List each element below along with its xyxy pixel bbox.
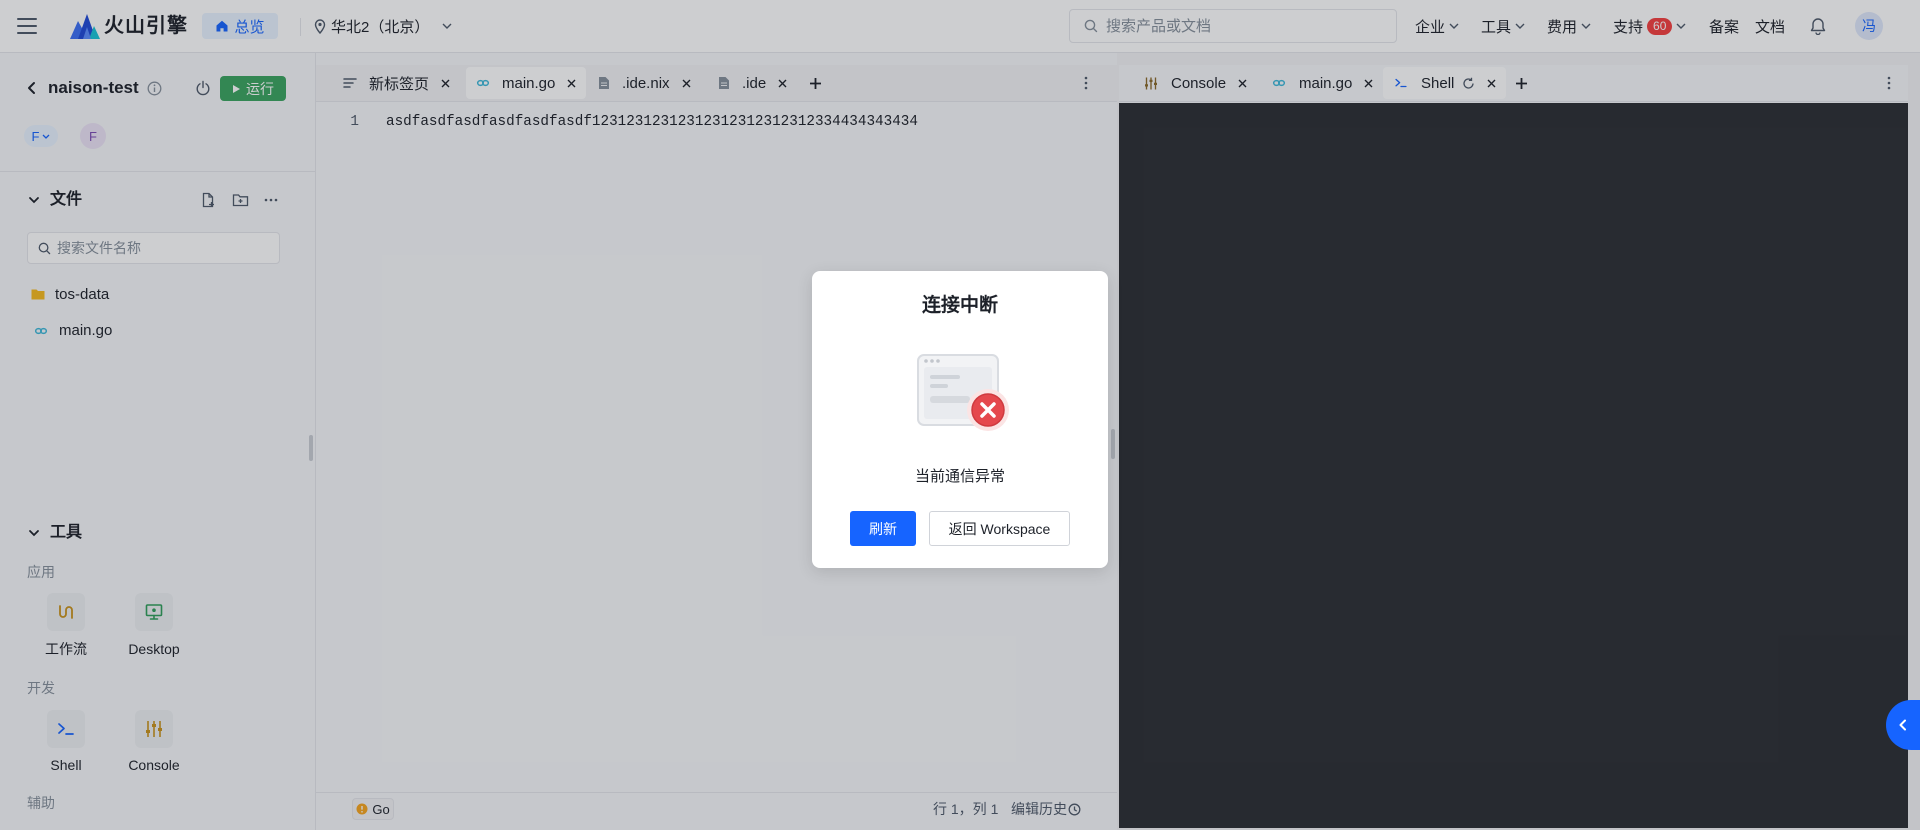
connection-error-illustration-icon <box>916 353 1010 433</box>
dialog-title: 连接中断 <box>921 295 998 316</box>
back-to-workspace-button[interactable]: 返回 Workspace <box>929 511 1070 546</box>
connection-lost-dialog: 连接中断 当前通信异常 刷新 返回 Workspace <box>812 271 1108 568</box>
dialog-message: 当前通信异常 <box>914 468 1005 485</box>
chevron-left-icon <box>1898 719 1908 731</box>
refresh-button[interactable]: 刷新 <box>850 511 916 546</box>
